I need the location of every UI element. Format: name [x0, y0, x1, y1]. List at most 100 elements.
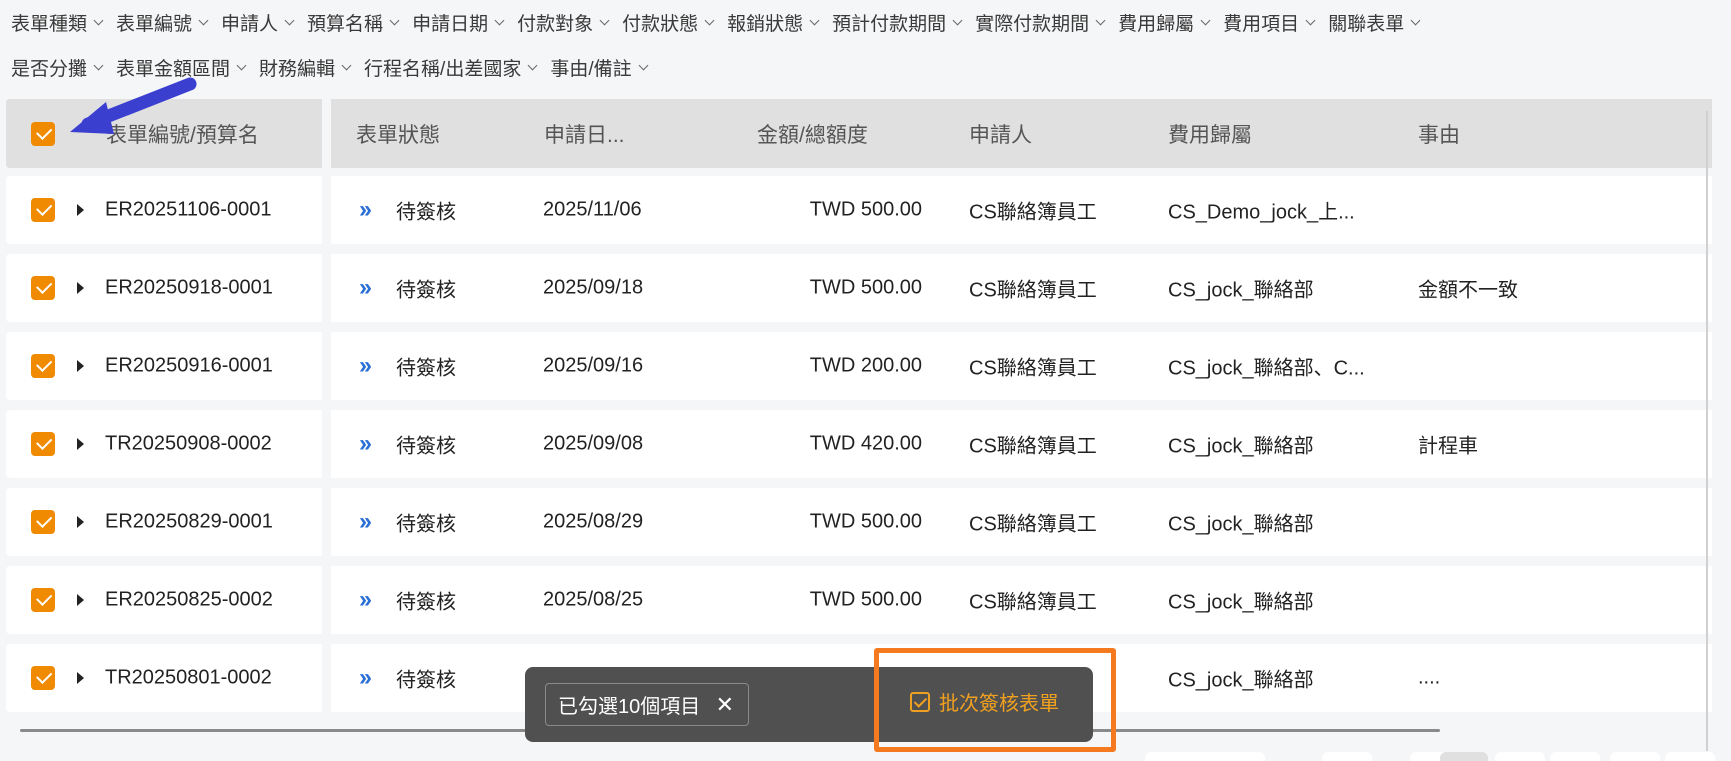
filter-expected-payment-period[interactable]: 預計付款期間	[832, 9, 963, 36]
chevron-down-icon	[527, 60, 538, 71]
row-checkbox[interactable]	[31, 198, 55, 222]
filter-reimburse-status[interactable]: 報銷狀態	[727, 9, 820, 36]
pagination-size-select[interactable]	[1145, 752, 1265, 761]
expand-caret-icon[interactable]	[77, 282, 84, 294]
chevron-down-icon	[93, 60, 104, 71]
chevron-down-icon	[952, 15, 963, 26]
filter-actual-payment-period[interactable]: 實際付款期間	[975, 9, 1106, 36]
double-chevron-right-icon: ››	[359, 508, 372, 535]
expand-caret-icon[interactable]	[77, 594, 84, 606]
form-status: 待簽核	[396, 591, 456, 614]
pagination-prev[interactable]	[1322, 752, 1372, 761]
header-amount[interactable]: 金額/總額度	[757, 119, 868, 149]
amount: TWD 200.00	[809, 354, 922, 377]
table-row[interactable]: ER20250829-0001 ›› 待簽核 2025/08/29 TWD 500.00…	[6, 488, 1712, 556]
form-id-link[interactable]: TR20250908-0002	[105, 433, 272, 456]
form-id-link[interactable]: ER20250916-0001	[105, 355, 273, 378]
filter-budget-name[interactable]: 預算名稱	[307, 9, 400, 36]
apply-date: 2025/09/18	[543, 276, 644, 299]
forms-table: 表單編號/預算名 表單狀態 申請日... 金額/總額度 申請人 費用歸屬 事由 …	[6, 99, 1712, 722]
expand-caret-icon[interactable]	[77, 360, 84, 372]
cost-center: CS_jock_聯絡部、C...	[1168, 357, 1365, 380]
filter-reason-note[interactable]: 事由/備註	[550, 54, 649, 81]
filter-related-form[interactable]: 關聯表單	[1328, 9, 1421, 36]
filter-expense-item[interactable]: 費用項目	[1223, 9, 1316, 36]
form-id-link[interactable]: ER20250825-0002	[105, 589, 273, 612]
select-all-checkbox[interactable]	[31, 121, 55, 146]
double-chevron-right-icon: ››	[359, 352, 372, 379]
row-checkbox[interactable]	[31, 510, 55, 534]
close-icon[interactable]: ✕	[716, 692, 734, 718]
header-status[interactable]: 表單狀態	[356, 119, 440, 149]
selected-count-chip: 已勾選10個項目 ✕	[545, 683, 749, 726]
table-row[interactable]: ER20250916-0001 ›› 待簽核 2025/09/16 TWD 200.00…	[6, 332, 1712, 400]
header-cost-center[interactable]: 費用歸屬	[1168, 119, 1252, 149]
form-id-link[interactable]: ER20250829-0001	[105, 511, 273, 534]
chevron-down-icon	[1095, 15, 1106, 26]
cost-center: CS_jock_聯絡部	[1168, 591, 1314, 614]
header-date[interactable]: 申請日...	[544, 119, 625, 149]
vertical-scrollbar[interactable]	[1706, 111, 1708, 751]
chevron-down-icon	[809, 15, 820, 26]
form-id-link[interactable]: ER20250918-0001	[105, 277, 273, 300]
filter-form-number[interactable]: 表單編號	[116, 9, 209, 36]
pagination-page[interactable]	[1550, 752, 1600, 761]
annotation-highlight-box	[874, 648, 1116, 752]
double-chevron-right-icon: ››	[359, 664, 372, 691]
header-reason[interactable]: 事由	[1418, 119, 1460, 149]
form-id-link[interactable]: ER20251106-0001	[105, 199, 271, 222]
filter-row-2: 是否分攤 表單金額區間 財務編輯 行程名稱/出差國家 事由/備註	[0, 45, 1731, 90]
filter-payment-status[interactable]: 付款狀態	[622, 9, 715, 36]
applicant: CS聯絡簿員工	[969, 591, 1097, 614]
row-checkbox[interactable]	[31, 588, 55, 612]
chevron-down-icon	[599, 15, 610, 26]
filter-form-type[interactable]: 表單種類	[11, 9, 104, 36]
selected-count-label: 已勾選10個項目	[558, 696, 701, 718]
chevron-down-icon	[341, 60, 352, 71]
filter-row-1: 表單種類 表單編號 申請人 預算名稱 申請日期 付款對象 付款狀態 報銷狀態 預…	[0, 0, 1731, 45]
cost-center: CS_jock_聯絡部	[1168, 435, 1314, 458]
reason: 計程車	[1418, 435, 1478, 458]
cost-center: CS_Demo_jock_上...	[1168, 201, 1355, 224]
apply-date: 2025/11/06	[543, 198, 642, 221]
table-row[interactable]: ER20250918-0001 ›› 待簽核 2025/09/18 TWD 500.00…	[6, 254, 1712, 322]
row-checkbox[interactable]	[31, 276, 55, 300]
row-checkbox[interactable]	[31, 432, 55, 456]
pagination-next[interactable]	[1610, 752, 1660, 761]
amount: TWD 500.00	[809, 588, 922, 611]
expand-caret-icon[interactable]	[77, 516, 84, 528]
filter-applicant[interactable]: 申請人	[221, 9, 295, 36]
expand-caret-icon[interactable]	[77, 672, 84, 684]
applicant: CS聯絡簿員工	[969, 435, 1097, 458]
expand-caret-icon[interactable]	[77, 438, 84, 450]
double-chevron-right-icon: ››	[359, 196, 372, 223]
cost-center: CS_jock_聯絡部	[1168, 513, 1314, 536]
chevron-down-icon	[198, 15, 209, 26]
double-chevron-right-icon: ››	[359, 586, 372, 613]
applicant: CS聯絡簿員工	[969, 513, 1097, 536]
table-header-row: 表單編號/預算名 表單狀態 申請日... 金額/總額度 申請人 費用歸屬 事由	[6, 99, 1712, 168]
expand-caret-icon[interactable]	[77, 204, 84, 216]
chevron-down-icon	[93, 15, 104, 26]
filter-payee[interactable]: 付款對象	[517, 9, 610, 36]
header-applicant[interactable]: 申請人	[969, 119, 1032, 149]
reason: 金額不一致	[1418, 279, 1518, 302]
form-status: 待簽核	[396, 435, 456, 458]
table-row[interactable]: ER20251106-0001 ›› 待簽核 2025/11/06 TWD 500.00…	[6, 176, 1712, 244]
filter-apply-date[interactable]: 申請日期	[412, 9, 505, 36]
table-row[interactable]: TR20250908-0002 ›› 待簽核 2025/09/08 TWD 420.00…	[6, 410, 1712, 478]
row-checkbox[interactable]	[31, 666, 55, 690]
pagination-last[interactable]	[1665, 752, 1715, 761]
form-status: 待簽核	[396, 669, 456, 692]
pagination-page[interactable]	[1495, 752, 1545, 761]
pagination-page-current[interactable]	[1440, 752, 1488, 761]
table-row[interactable]: ER20250825-0002 ›› 待簽核 2025/08/25 TWD 500.00…	[6, 566, 1712, 634]
applicant: CS聯絡簿員工	[969, 279, 1097, 302]
row-checkbox[interactable]	[31, 354, 55, 378]
cost-center: CS_jock_聯絡部	[1168, 669, 1314, 692]
filter-finance-edit[interactable]: 財務編輯	[259, 54, 352, 81]
chevron-down-icon	[236, 60, 247, 71]
filter-trip-country[interactable]: 行程名稱/出差國家	[364, 54, 538, 81]
filter-cost-center[interactable]: 費用歸屬	[1118, 9, 1211, 36]
form-id-link[interactable]: TR20250801-0002	[105, 667, 272, 690]
